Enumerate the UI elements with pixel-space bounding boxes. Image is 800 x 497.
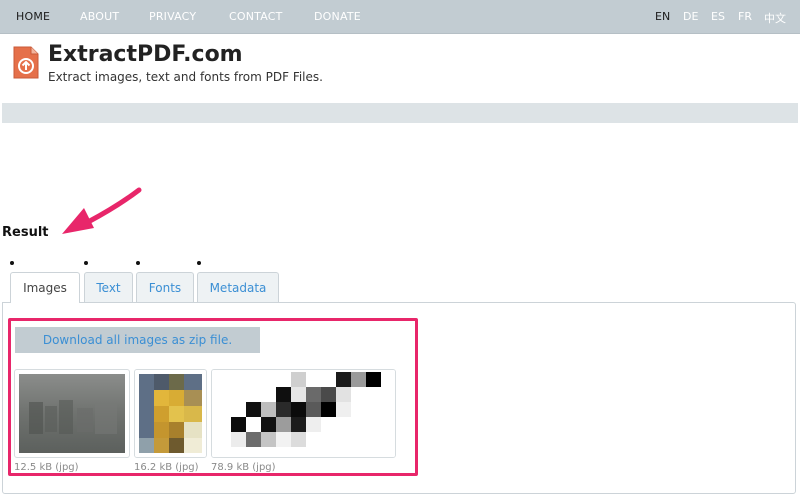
site-tagline: Extract images, text and fonts from PDF … [48, 70, 323, 84]
nav-donate-link[interactable]: DONATE [314, 10, 361, 23]
tab-text[interactable]: Text [84, 272, 133, 302]
pdf-file-icon[interactable] [13, 46, 39, 79]
lang-en-link[interactable]: EN [655, 10, 670, 23]
highlight-box [8, 318, 418, 476]
tab-bullet [10, 261, 14, 265]
tab-metadata[interactable]: Metadata [197, 272, 279, 302]
nav-privacy-link[interactable]: PRIVACY [149, 10, 196, 23]
nav-about-link[interactable]: ABOUT [80, 10, 119, 23]
result-heading: Result [2, 225, 49, 240]
lang-es-link[interactable]: ES [711, 10, 725, 23]
header-divider-band [2, 103, 798, 123]
lang-fr-link[interactable]: FR [738, 10, 752, 23]
tab-bullet [84, 261, 88, 265]
top-navigation: HOME ABOUT PRIVACY CONTACT DONATE EN DE … [0, 0, 800, 34]
lang-zh-link[interactable]: 中文 [764, 10, 786, 26]
nav-contact-link[interactable]: CONTACT [229, 10, 283, 23]
pointer-arrow-icon [62, 187, 142, 234]
site-title[interactable]: ExtractPDF.com [48, 42, 243, 67]
tab-images[interactable]: Images [10, 272, 80, 303]
nav-home-link[interactable]: HOME [16, 10, 50, 23]
lang-de-link[interactable]: DE [683, 10, 698, 23]
tab-bullet [197, 261, 201, 265]
tab-fonts[interactable]: Fonts [136, 272, 194, 302]
tab-bullet [136, 261, 140, 265]
